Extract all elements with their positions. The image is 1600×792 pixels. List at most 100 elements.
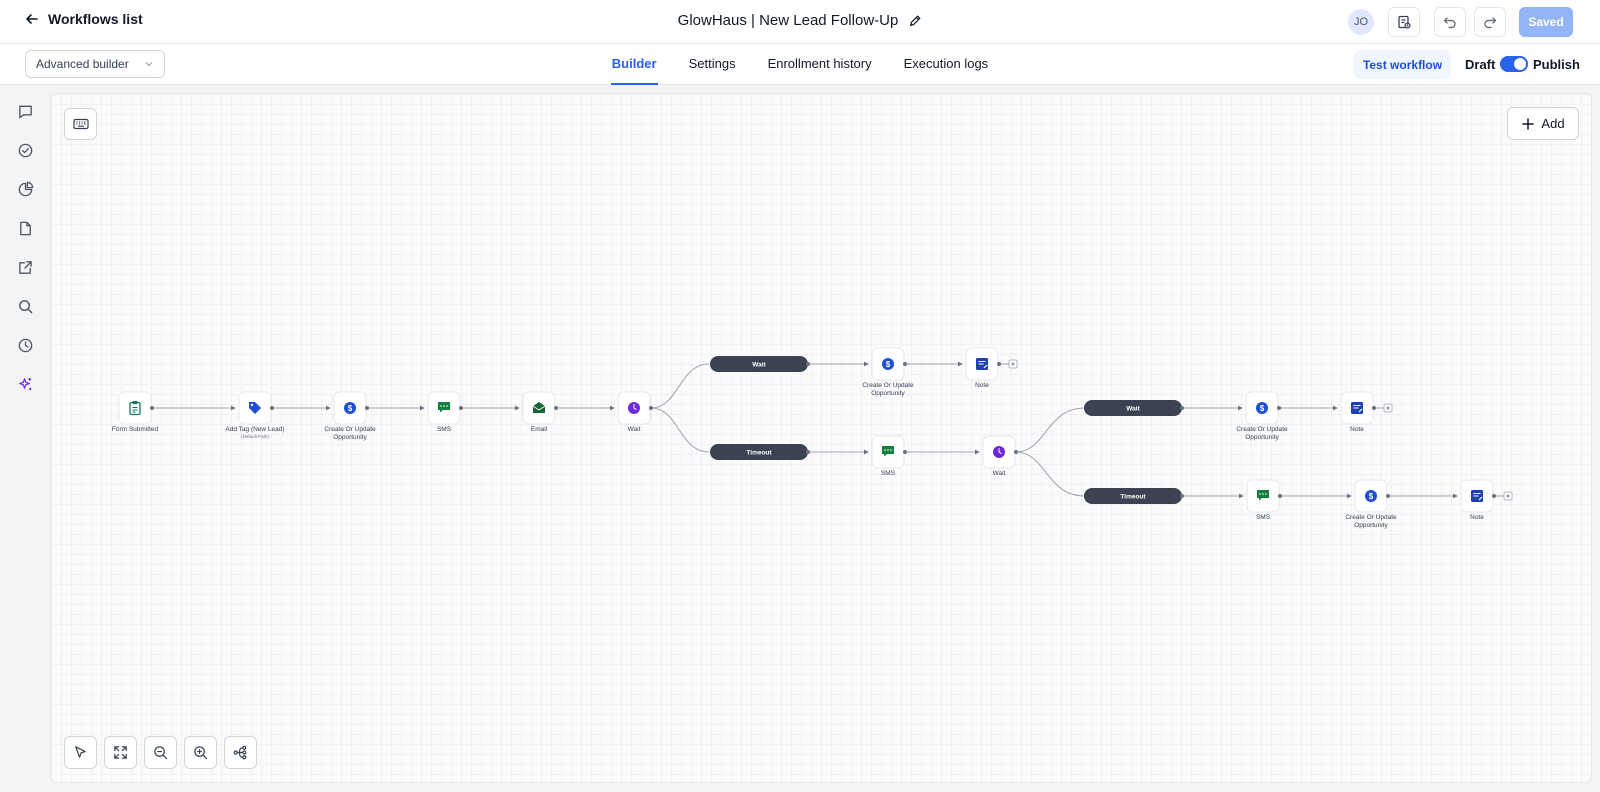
clipboard-history-button[interactable]: [1388, 7, 1420, 37]
node-note[interactable]: Note: [1460, 479, 1496, 521]
node-sms[interactable]: SMS: [1246, 479, 1282, 521]
back-label: Workflows list: [48, 11, 143, 27]
node-label-line2: Opportunity: [1245, 434, 1279, 441]
file-icon: [19, 221, 31, 235]
node-create-update-opportunity[interactable]: $ Create Or Update Opportunity: [324, 391, 376, 441]
undo-button[interactable]: [1434, 7, 1466, 37]
node-create-update-opportunity[interactable]: $ Create Or Update Opportunity: [1345, 479, 1397, 529]
node-create-update-opportunity[interactable]: $ Create Or Update Opportunity: [1236, 391, 1288, 441]
node-label: Create Or Update: [862, 382, 914, 389]
expand-icon: [114, 746, 127, 759]
canvas-controls: [64, 736, 257, 769]
tree-layout-icon: [233, 745, 247, 760]
fit-view-button[interactable]: [104, 736, 137, 769]
zoom-in-button[interactable]: [184, 736, 217, 769]
zoom-out-icon: [154, 746, 168, 760]
wait-icon: [993, 446, 1005, 458]
workflow-title[interactable]: GlowHaus | New Lead Follow-Up: [678, 12, 899, 29]
branch-timeout[interactable]: Timeout: [1084, 488, 1184, 504]
note-icon: [1351, 402, 1363, 414]
node-label: Create Or Update: [1345, 514, 1397, 521]
svg-text:$: $: [1369, 492, 1374, 501]
clock-icon: [18, 338, 32, 352]
branch-label: Timeout: [746, 450, 772, 457]
node-note[interactable]: Note: [1340, 391, 1376, 433]
dollar-icon: $: [1256, 402, 1268, 414]
node-label: Email: [531, 426, 548, 433]
node-label: SMS: [881, 470, 896, 477]
node-label-line2: Opportunity: [1354, 522, 1388, 529]
node-label: Note: [1470, 514, 1484, 521]
workflow-canvas[interactable]: Add Form Submitted Add Tag (New Lead) (D…: [51, 94, 1591, 782]
publish-toggle[interactable]: [1500, 56, 1528, 72]
add-step-button[interactable]: [1008, 359, 1018, 369]
node-label: Add Tag (New Lead): [225, 426, 284, 433]
tab-execution-logs[interactable]: Execution logs: [903, 44, 990, 85]
arrow-left-icon: [26, 14, 38, 24]
node-wait[interactable]: Wait: [982, 435, 1018, 477]
node-label: Create Or Update: [1236, 426, 1288, 433]
redo-icon: [1484, 17, 1497, 29]
node-label: Create Or Update: [324, 426, 376, 433]
node-label: SMS: [1256, 514, 1271, 521]
edit-pencil-icon[interactable]: [908, 14, 922, 28]
node-label-line2: Opportunity: [333, 434, 367, 441]
rail-item-files[interactable]: [15, 218, 35, 238]
clipboard-icon: [1398, 15, 1411, 29]
search-icon: [18, 299, 32, 313]
branch-label: Wait: [1126, 406, 1140, 413]
rail-item-chat[interactable]: [15, 101, 35, 121]
node-wait[interactable]: Wait: [617, 391, 653, 433]
zoom-out-button[interactable]: [144, 736, 177, 769]
builder-mode-value: Advanced builder: [36, 57, 129, 71]
rail-item-reports[interactable]: [15, 179, 35, 199]
svg-text:$: $: [348, 404, 353, 413]
rail-item-external[interactable]: [15, 257, 35, 277]
cursor-icon: [75, 746, 86, 758]
node-label-line2: Opportunity: [871, 390, 905, 397]
node-label: Wait: [628, 426, 641, 433]
chevron-down-icon: [145, 62, 153, 67]
branch-timeout[interactable]: Timeout: [710, 444, 810, 460]
node-add-tag[interactable]: Add Tag (New Lead) (Default Path): [225, 391, 285, 439]
wait-icon: [628, 402, 640, 414]
node-label: Note: [975, 382, 989, 389]
rail-item-search[interactable]: [15, 296, 35, 316]
avatar[interactable]: JO: [1348, 9, 1374, 35]
redo-button[interactable]: [1474, 7, 1506, 37]
note-icon: [976, 358, 988, 370]
left-rail: [0, 85, 50, 792]
tab-enrollment-history[interactable]: Enrollment history: [767, 44, 873, 85]
check-circle-icon: [18, 143, 32, 157]
node-email[interactable]: Email: [522, 391, 558, 433]
tab-builder[interactable]: Builder: [610, 44, 658, 85]
add-step-button[interactable]: [1503, 491, 1513, 501]
branch-wait[interactable]: Wait: [1084, 400, 1184, 416]
auto-layout-button[interactable]: [224, 736, 257, 769]
branch-wait[interactable]: Wait: [710, 356, 810, 372]
back-to-workflows-link[interactable]: Workflows list: [24, 11, 143, 27]
select-tool-button[interactable]: [64, 736, 97, 769]
add-step-button[interactable]: [1383, 403, 1393, 413]
node-note[interactable]: Note: [965, 347, 1001, 389]
test-workflow-button[interactable]: Test workflow: [1354, 50, 1451, 79]
sparkles-icon: [18, 377, 31, 390]
chat-icon: [18, 105, 32, 118]
publish-label: Publish: [1533, 57, 1580, 72]
rail-item-ai[interactable]: [15, 374, 35, 394]
saved-button[interactable]: Saved: [1519, 7, 1573, 37]
svg-text:$: $: [886, 360, 891, 369]
node-sublabel: (Default Path): [241, 434, 269, 439]
tab-settings[interactable]: Settings: [688, 44, 737, 85]
rail-item-history[interactable]: [15, 335, 35, 355]
dollar-icon: $: [344, 402, 356, 414]
node-sms[interactable]: SMS: [427, 391, 463, 433]
builder-mode-select[interactable]: Advanced builder: [25, 50, 165, 78]
node-sms[interactable]: SMS: [871, 435, 907, 477]
pie-chart-icon: [18, 181, 33, 196]
sub-bar: Advanced builder Builder Settings Enroll…: [0, 44, 1600, 85]
node-form-submitted[interactable]: Form Submitted: [112, 391, 159, 433]
node-create-update-opportunity[interactable]: $ Create Or Update Opportunity: [862, 347, 914, 397]
draft-label: Draft: [1465, 57, 1496, 72]
rail-item-tasks[interactable]: [15, 140, 35, 160]
